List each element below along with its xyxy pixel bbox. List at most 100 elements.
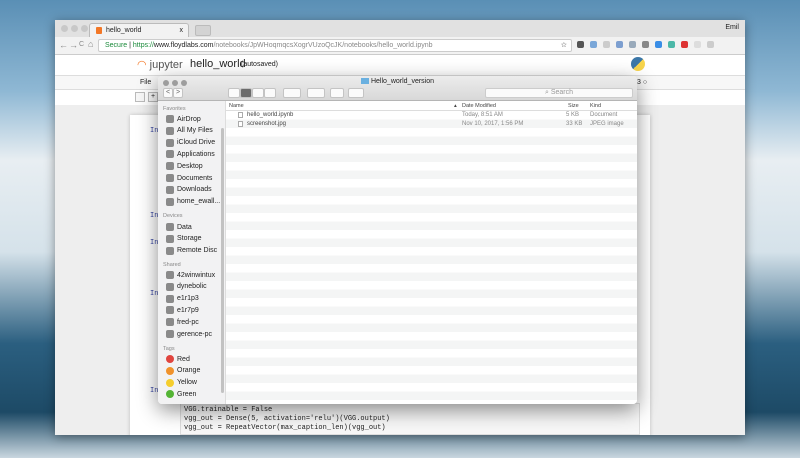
back-button[interactable]: ← xyxy=(59,40,68,50)
tag-dot-icon xyxy=(166,390,174,399)
sidebar-item-gerence-pc[interactable]: gerence-pc xyxy=(166,330,212,338)
code-cell[interactable]: VGG.trainable = False vgg_out = Dense(5, … xyxy=(180,403,640,435)
extension-icon[interactable] xyxy=(668,41,675,48)
extension-icon[interactable] xyxy=(590,41,597,48)
column-view-button[interactable] xyxy=(252,88,264,98)
column-name[interactable]: Name xyxy=(229,103,244,109)
file-row[interactable]: screenshot.jpg Nov 10, 2017, 1:56 PM 33 KB… xyxy=(226,120,637,129)
jupyter-logo[interactable]: ◠ jupyter xyxy=(137,58,183,71)
save-icon[interactable] xyxy=(135,92,145,102)
sidebar-scrollbar[interactable] xyxy=(221,128,224,393)
add-cell-icon[interactable]: + xyxy=(148,92,158,102)
menu-file[interactable]: File xyxy=(140,79,151,86)
sidebar-item-documents[interactable]: Documents xyxy=(166,174,212,182)
sidebar-item-remote-disc[interactable]: Remote Disc xyxy=(166,246,218,255)
all-files-icon xyxy=(166,126,174,135)
opera-icon[interactable] xyxy=(681,41,688,48)
minimize-window-button[interactable] xyxy=(71,25,78,32)
sidebar-item-storage[interactable]: Storage xyxy=(166,234,202,243)
wifi-icon[interactable] xyxy=(642,41,649,48)
sidebar-item-green[interactable]: Green xyxy=(166,390,196,399)
tab-close-button[interactable]: x xyxy=(180,27,184,34)
extension-icon[interactable] xyxy=(616,41,623,48)
file-kind: JPEG image xyxy=(590,120,624,127)
icon-view-button[interactable] xyxy=(228,88,240,98)
zoom-window-button[interactable] xyxy=(81,25,88,32)
column-date[interactable]: Date Modified xyxy=(462,103,496,109)
file-row[interactable]: hello_world.ipynb Today, 8:51 AM 5 KB Docum… xyxy=(226,111,637,120)
url-path: /notebooks/JpWHoqmqcsXogrVUzoQcJK/notebo… xyxy=(213,42,433,49)
share-icon[interactable] xyxy=(330,88,344,98)
drive-icon xyxy=(166,234,174,243)
sidebar-item-label: 42winwintux xyxy=(177,271,216,279)
column-kind[interactable]: Kind xyxy=(590,103,601,109)
sidebar-item-home-ewall-[interactable]: home_ewall... xyxy=(166,197,220,206)
close-window-button[interactable] xyxy=(61,25,68,32)
sidebar-item-applications[interactable]: Applications xyxy=(166,150,215,159)
forward-button[interactable]: → xyxy=(69,40,78,50)
code-line: vgg_out = RepeatVector(max_caption_len)(… xyxy=(184,424,386,432)
file-list: Name ▴ Date Modified Size Kind hello_wor… xyxy=(226,101,637,404)
sidebar-item-icloud-drive[interactable]: iCloud Drive xyxy=(166,138,216,147)
sidebar-item-airdrop[interactable]: AirDrop xyxy=(166,115,201,123)
sidebar-item-desktop[interactable]: Desktop xyxy=(166,162,203,171)
sidebar-item-42winwintux[interactable]: 42winwintux xyxy=(166,271,215,279)
extension-icon[interactable] xyxy=(694,41,701,48)
tag-dot-icon xyxy=(166,378,174,387)
sidebar-item-red[interactable]: Red xyxy=(166,355,190,363)
column-size[interactable]: Size xyxy=(568,103,579,109)
url-scheme: https:// xyxy=(132,42,154,49)
airdrop-icon xyxy=(166,115,174,123)
home-button[interactable]: ⌂ xyxy=(88,39,93,49)
finder-back-button[interactable]: < xyxy=(163,88,173,98)
extension-icon[interactable] xyxy=(655,41,662,48)
tag-dot-icon xyxy=(166,355,174,363)
sidebar-item-label: Red xyxy=(177,355,190,363)
file-icon xyxy=(238,112,243,118)
reload-button[interactable]: C xyxy=(79,41,84,48)
section-shared: Shared xyxy=(163,262,181,268)
sidebar-item-label: dynebolic xyxy=(177,283,207,291)
sidebar-item-dynebolic[interactable]: dynebolic xyxy=(166,282,207,291)
sidebar-item-e1r7p9[interactable]: e1r7p9 xyxy=(166,306,199,315)
python-logo-icon xyxy=(631,57,645,71)
sidebar-item-yellow[interactable]: Yellow xyxy=(166,378,197,387)
sidebar-item-orange[interactable]: Orange xyxy=(166,366,200,375)
sidebar-item-data[interactable]: Data xyxy=(166,223,192,231)
extension-icon[interactable] xyxy=(629,41,636,48)
arrange-button[interactable] xyxy=(283,88,301,98)
shield-icon[interactable] xyxy=(603,41,610,48)
address-bar[interactable]: Secure | https://www.floydlabs.com/noteb… xyxy=(98,39,572,52)
new-tab-button[interactable] xyxy=(195,25,211,36)
sidebar-item-label: fred-pc xyxy=(177,318,199,326)
finder-search-input[interactable]: ⌕ Search xyxy=(485,88,633,98)
code-line: VGG.trainable = False xyxy=(184,406,273,414)
tag-icon[interactable] xyxy=(348,88,364,98)
sidebar-item-label: Desktop xyxy=(177,162,203,170)
notebook-name[interactable]: hello_world xyxy=(190,58,246,70)
bookmark-star-icon[interactable]: ☆ xyxy=(561,41,567,49)
computer-icon xyxy=(166,306,174,315)
sidebar-item-label: Remote Disc xyxy=(177,247,218,255)
browser-tab[interactable]: hello_world x xyxy=(89,23,189,37)
file-size: 5 KB xyxy=(566,112,580,118)
gear-icon[interactable] xyxy=(307,88,325,98)
url-host: www.floydlabs.com xyxy=(153,42,214,49)
sidebar-item-downloads[interactable]: Downloads xyxy=(166,185,212,194)
pocket-icon[interactable] xyxy=(577,41,584,48)
sidebar-item-label: iCloud Drive xyxy=(177,139,216,147)
profile-name[interactable]: Emil xyxy=(725,24,739,31)
file-kind: Document xyxy=(590,112,618,118)
finder-forward-button[interactable]: > xyxy=(173,88,183,98)
sidebar-item-fred-pc[interactable]: fred-pc xyxy=(166,318,199,327)
menu-icon[interactable] xyxy=(707,41,714,48)
sidebar-item-e1r1p3[interactable]: e1r1p3 xyxy=(166,294,199,303)
kernel-indicator: 3 ○ xyxy=(637,79,648,86)
sidebar-item-all-my-files[interactable]: All My Files xyxy=(166,126,213,135)
sidebar-item-label: Storage xyxy=(177,235,202,243)
sidebar-item-label: e1r1p3 xyxy=(177,295,199,303)
gallery-view-button[interactable] xyxy=(264,88,276,98)
list-view-button[interactable] xyxy=(240,88,252,98)
file-date: Nov 10, 2017, 1:56 PM xyxy=(462,120,524,127)
finder-title: Hello_world_version xyxy=(158,78,637,85)
